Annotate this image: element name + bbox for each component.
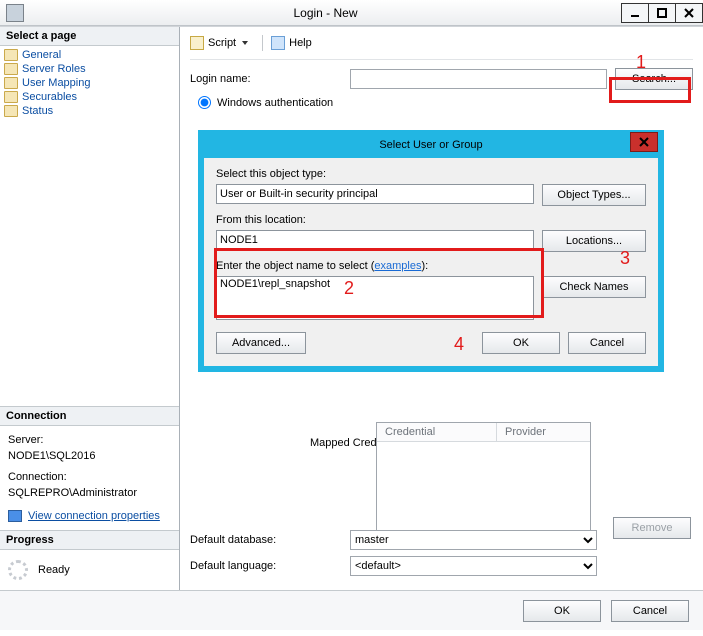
page-label: Securables — [22, 91, 77, 103]
default-db-label: Default database: — [190, 534, 350, 546]
page-status[interactable]: Status — [2, 104, 177, 118]
titlebar: Login - New — [0, 0, 703, 26]
window-title: Login - New — [30, 6, 621, 20]
page-securables[interactable]: Securables — [2, 90, 177, 104]
connection-body: Server: NODE1\SQL2016 Connection: SQLREP… — [0, 426, 179, 531]
page-icon — [4, 77, 18, 89]
col-provider: Provider — [497, 423, 590, 441]
progress-header: Progress — [0, 531, 179, 550]
login-name-label: Login name: — [190, 73, 350, 85]
default-lang-select[interactable]: <default> — [350, 556, 597, 576]
close-button[interactable] — [675, 3, 703, 23]
object-names-label-a: Enter the object name to select ( — [216, 260, 374, 272]
help-button[interactable]: Help — [289, 37, 312, 49]
maximize-button[interactable] — [648, 3, 676, 23]
object-type-label: Select this object type: — [216, 168, 646, 180]
default-db-select[interactable]: master — [350, 530, 597, 550]
page-label: Server Roles — [22, 63, 86, 75]
main-ok-button[interactable]: OK — [523, 600, 601, 622]
page-list: General Server Roles User Mapping Secura… — [0, 46, 179, 118]
dialog-close-button[interactable] — [630, 132, 658, 152]
page-general[interactable]: General — [2, 48, 177, 62]
server-label: Server: — [8, 432, 171, 449]
view-connection-properties-link[interactable]: View connection properties — [28, 508, 160, 525]
minimize-button[interactable] — [621, 3, 649, 23]
locations-button[interactable]: Locations... — [542, 230, 646, 252]
script-icon — [190, 36, 204, 50]
col-credential: Credential — [377, 423, 497, 441]
page-icon — [4, 49, 18, 61]
app-icon — [6, 4, 24, 22]
object-types-button[interactable]: Object Types... — [542, 184, 646, 206]
page-user-mapping[interactable]: User Mapping — [2, 76, 177, 90]
page-label: General — [22, 49, 61, 61]
select-user-dialog: Select User or Group Select this object … — [198, 130, 664, 372]
examples-link[interactable]: examples — [374, 260, 421, 272]
windows-auth-radio[interactable] — [198, 96, 211, 109]
check-names-button[interactable]: Check Names — [542, 276, 646, 298]
location-input — [216, 230, 534, 250]
dialog-title: Select User or Group — [379, 139, 482, 151]
footer: OK Cancel — [0, 590, 703, 630]
page-server-roles[interactable]: Server Roles — [2, 62, 177, 76]
toolbar: Script Help — [190, 33, 693, 60]
properties-icon — [8, 510, 22, 522]
progress-status: Ready — [38, 564, 70, 576]
advanced-button[interactable]: Advanced... — [216, 332, 306, 354]
connection-header: Connection — [0, 407, 179, 426]
windows-auth-label: Windows authentication — [217, 97, 333, 109]
dialog-ok-button[interactable]: OK — [482, 332, 560, 354]
object-names-textarea[interactable]: NODE1\repl_snapshot — [216, 276, 534, 320]
main-cancel-button[interactable]: Cancel — [611, 600, 689, 622]
page-icon — [4, 105, 18, 117]
page-label: Status — [22, 105, 53, 117]
object-type-input — [216, 184, 534, 204]
page-icon — [4, 63, 18, 75]
object-names-label-b: ): — [421, 260, 428, 272]
server-value: NODE1\SQL2016 — [8, 448, 171, 465]
search-button[interactable]: Search... — [615, 68, 693, 90]
location-label: From this location: — [216, 214, 646, 226]
select-page-header: Select a page — [0, 27, 179, 46]
script-button[interactable]: Script — [208, 37, 236, 49]
dialog-cancel-button[interactable]: Cancel — [568, 332, 646, 354]
mapped-credentials-grid: Credential Provider — [376, 422, 591, 538]
connection-value: SQLREPRO\Administrator — [8, 485, 171, 502]
connection-label: Connection: — [8, 469, 171, 486]
progress-spinner-icon — [8, 560, 28, 580]
default-lang-label: Default language: — [190, 560, 350, 572]
page-label: User Mapping — [22, 77, 90, 89]
help-icon — [271, 36, 285, 50]
page-icon — [4, 91, 18, 103]
script-dropdown-icon[interactable] — [242, 41, 248, 45]
login-name-input[interactable] — [350, 69, 607, 89]
